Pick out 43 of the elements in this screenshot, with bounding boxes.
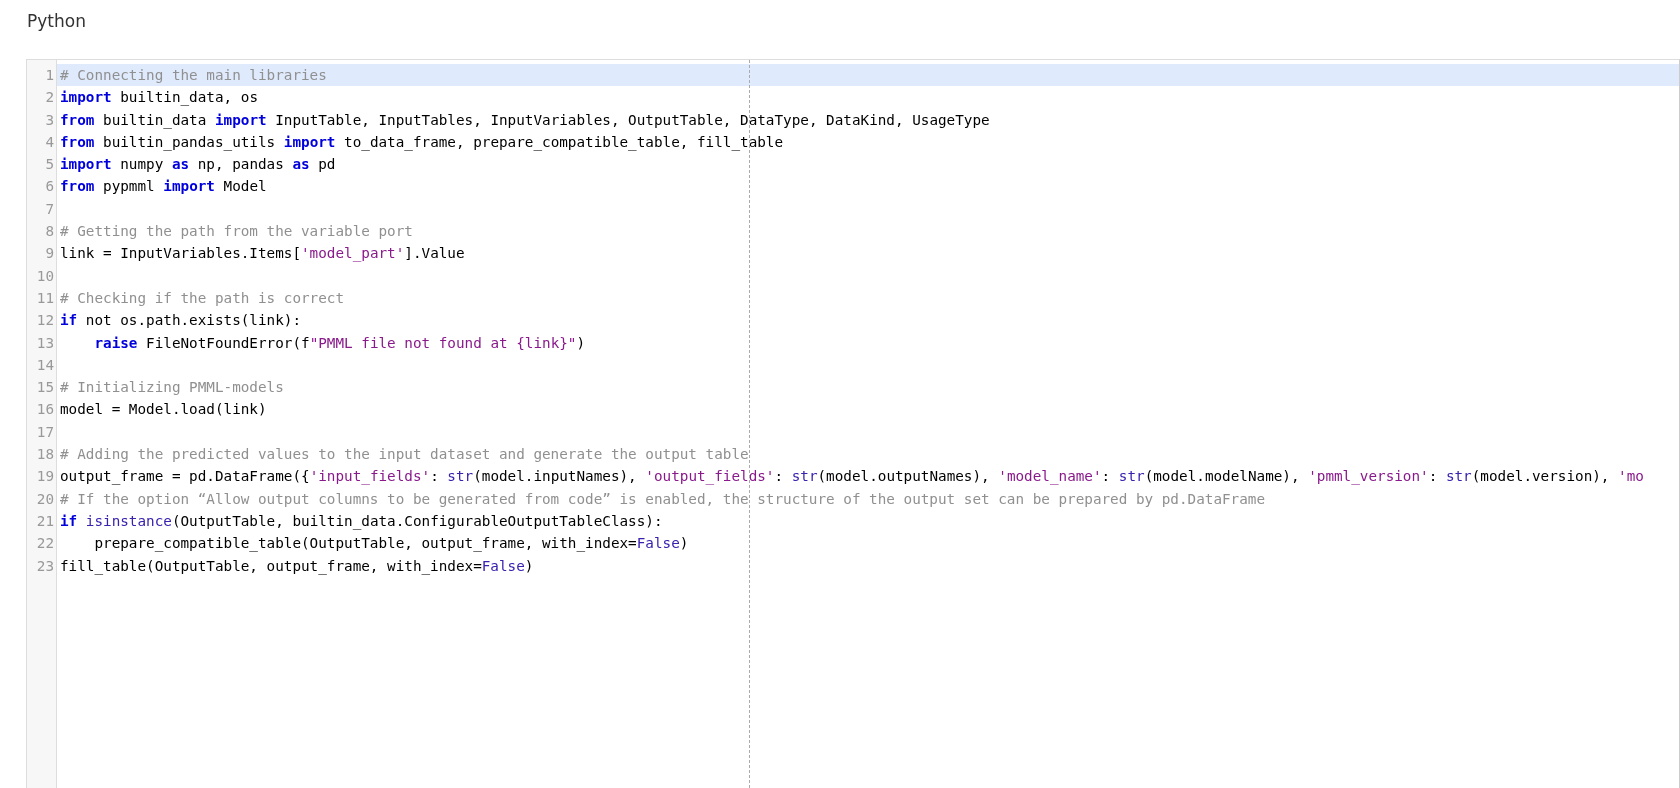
line-number: 2 [44,88,55,108]
code-line: # If the option “Allow output columns to be generated from code” is enabled, the structure of the output set can be prepared by pd.DataFrame [59,489,1267,509]
code-editor[interactable] [26,59,1680,788]
code-line: from builtin_data import InputTable, InputTables, InputVariables, OutputTable, DataType, DataKind, UsageType [59,110,991,131]
line-number: 17 [35,422,55,442]
code-line: import numpy as np, pandas as pd [59,155,337,175]
code-line: # Adding the predicted values to the input dataset and generate the output table [59,445,750,465]
line-number: 15 [35,378,55,398]
code-line: if not os.path.exists(link): [59,311,302,331]
line-number: 5 [44,155,55,175]
code-line: raise FileNotFoundError(f"PMML file not found at {link}") [93,333,587,353]
code-line: # Getting the path from the variable port [59,222,414,242]
line-number: 22 [35,534,55,554]
code-line: # Checking if the path is correct [59,288,346,308]
code-line: model = Model.load(link) [59,400,268,420]
line-number: 11 [35,288,55,308]
line-number: 7 [44,199,55,219]
line-number: 3 [44,110,55,130]
line-number: 16 [35,400,55,420]
code-line: output_frame = pd.DataFrame({'input_fields': str(model.inputNames), 'output_fields': str(model.outputNames), 'model_name': str(model.modelName), 'pmml_version': str(model.version), 'mo [59,467,1645,487]
line-number: 20 [35,489,55,509]
line-number: 8 [44,222,55,242]
code-line: import builtin_data, os [59,88,259,108]
line-number: 4 [44,132,55,152]
code-line: prepare_compatible_table(OutputTable, output_frame, with_index=False) [93,534,690,554]
line-number: 14 [35,355,55,375]
line-number: 19 [35,467,55,487]
code-line: from pypmml import Model [59,177,268,197]
line-number: 12 [35,311,55,331]
line-number: 1 [44,66,55,85]
line-number: 6 [44,177,55,197]
code-line: # Initializing PMML-models [59,378,285,398]
line-number: 10 [35,266,55,286]
line-number: 23 [35,556,55,576]
line-number: 18 [35,445,55,465]
code-line: link = InputVariables.Items['model_part'].Value [59,244,466,264]
code-line: from builtin_pandas_utils import to_data_frame, prepare_compatible_table, fill_table [59,132,785,153]
code-line: fill_table(OutputTable, output_frame, with_index=False) [59,556,535,577]
panel-title: Python [26,10,87,33]
line-number: 9 [44,244,55,264]
code-line: if isinstance(OutputTable, builtin_data.ConfigurableOutputTableClass): [59,511,664,532]
line-number: 21 [35,511,55,531]
line-number: 13 [35,333,55,353]
